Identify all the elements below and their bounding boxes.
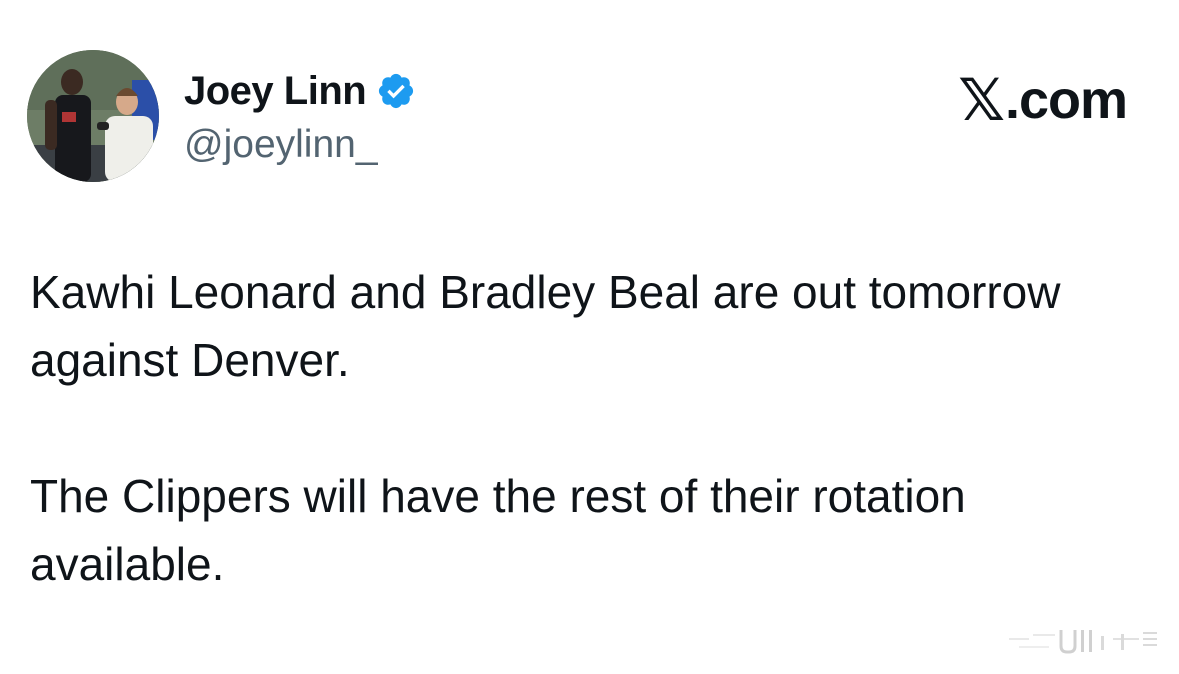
verified-badge-icon (376, 71, 416, 111)
avatar-photo-icon (27, 50, 159, 182)
tweet-paragraph: The Clippers will have the rest of their… (30, 470, 966, 590)
brand-domain-text: .com (1004, 70, 1128, 130)
tweet-card: Joey Linn @joeylinn_ 𝕏 .com Kawhi Leonar… (0, 0, 1179, 674)
tweet-paragraph: Kawhi Leonard and Bradley Beal are out t… (30, 266, 1061, 386)
author-name-row: Joey Linn (184, 68, 416, 114)
watermark-logo (1009, 624, 1159, 658)
author-display-name[interactable]: Joey Linn (184, 68, 367, 114)
author-handle[interactable]: @joeylinn_ (184, 122, 378, 168)
x-com-logo: 𝕏 .com (958, 66, 1128, 134)
tweet-text: Kawhi Leonard and Bradley Beal are out t… (30, 258, 1150, 598)
avatar[interactable] (27, 50, 159, 182)
x-logo-icon: 𝕏 (958, 66, 1005, 134)
